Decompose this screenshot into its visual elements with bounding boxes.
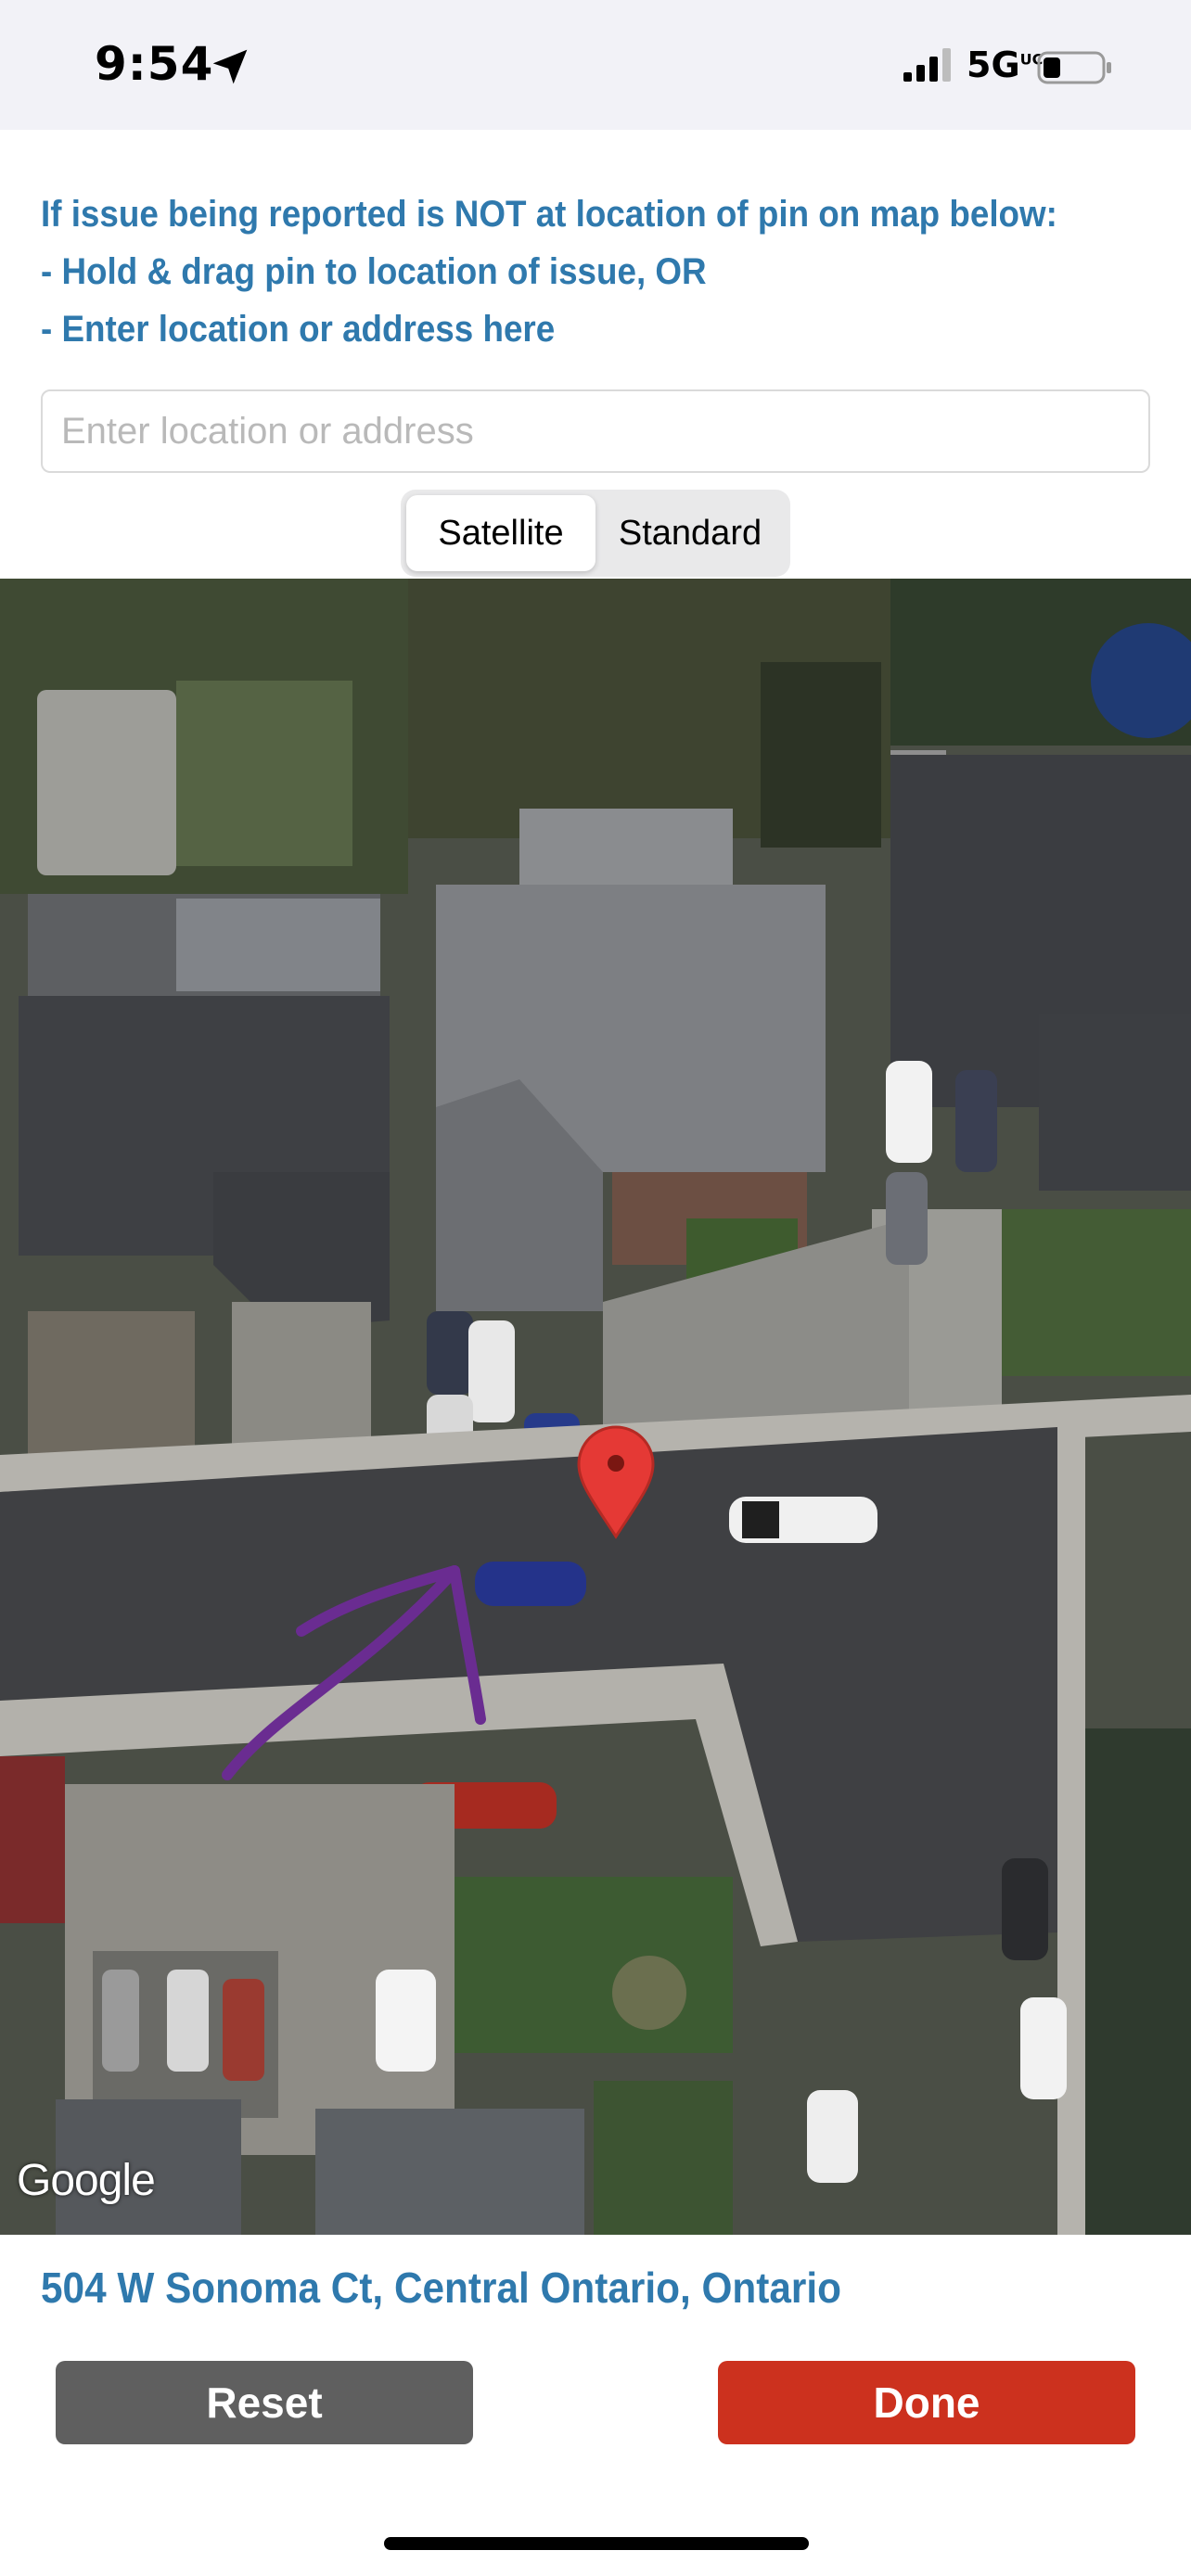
map-imagery bbox=[0, 579, 1191, 2235]
instructions: If issue being reported is NOT at locati… bbox=[41, 185, 1065, 358]
done-button[interactable]: Done bbox=[718, 2361, 1135, 2444]
instruction-line: If issue being reported is NOT at locati… bbox=[41, 194, 1057, 235]
reset-button[interactable]: Reset bbox=[56, 2361, 473, 2444]
instruction-line: - Enter location or address here bbox=[41, 309, 556, 350]
network-type: 5GUC bbox=[967, 45, 1044, 85]
standard-option[interactable]: Standard bbox=[596, 495, 785, 571]
google-attribution: Google bbox=[17, 2156, 156, 2205]
instruction-line: - Hold & drag pin to location of issue, … bbox=[41, 251, 707, 292]
status-time: 9:54 bbox=[95, 37, 214, 91]
location-search-input[interactable] bbox=[41, 389, 1150, 473]
battery-icon bbox=[1037, 51, 1111, 84]
map-type-toggle: Satellite Standard bbox=[401, 490, 790, 577]
selected-address: 504 W Sonoma Ct, Central Ontario, Ontari… bbox=[41, 2264, 841, 2312]
satellite-option[interactable]: Satellite bbox=[406, 495, 596, 571]
home-indicator[interactable] bbox=[384, 2537, 809, 2550]
cellular-signal-icon bbox=[903, 48, 951, 82]
location-arrow-icon bbox=[212, 49, 248, 84]
status-bar: 9:54 5GUC bbox=[0, 0, 1191, 130]
satellite-map[interactable]: Google bbox=[0, 579, 1191, 2235]
